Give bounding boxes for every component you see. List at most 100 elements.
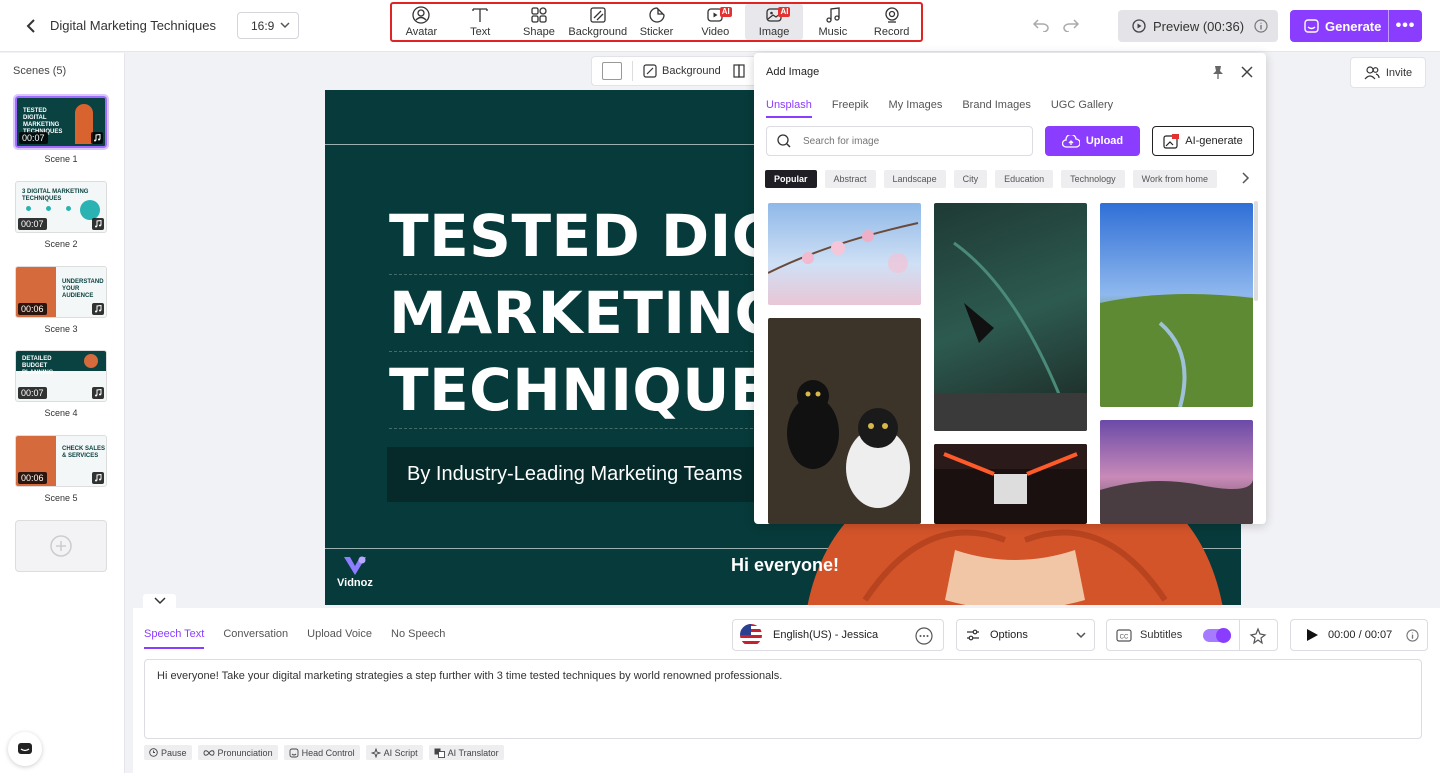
tab-unsplash[interactable]: Unsplash — [766, 99, 812, 118]
preview-button[interactable]: Preview (00:36) — [1118, 10, 1278, 42]
tool-label: Background — [568, 26, 628, 38]
chevron-down-icon — [153, 597, 166, 605]
scene-thumbnail: TESTED DIGITAL MARKETING TECHNIQUES 00:0… — [13, 94, 109, 150]
upload-button[interactable]: Upload — [1045, 126, 1140, 156]
head-control-button[interactable]: Head Control — [283, 745, 360, 760]
gallery-image[interactable] — [1100, 203, 1253, 407]
gallery-image[interactable] — [768, 203, 921, 305]
chip-city[interactable]: City — [953, 170, 988, 188]
aspect-ratio-select[interactable]: 16:9 — [237, 12, 299, 39]
search-input[interactable] — [803, 135, 1003, 147]
generate-more-button[interactable]: ••• — [1388, 10, 1422, 42]
options-select[interactable]: Options — [956, 619, 1095, 651]
more-horizontal-icon[interactable] — [915, 627, 933, 645]
tab-my-images[interactable]: My Images — [889, 99, 943, 118]
redo-icon[interactable] — [1062, 16, 1080, 32]
pronunciation-button[interactable]: Pronunciation — [197, 745, 278, 760]
scene-item-3[interactable]: UNDERSTAND YOUR AUDIENCE 00:06 Scene 3 — [15, 266, 107, 334]
tab-speech-text[interactable]: Speech Text — [144, 628, 205, 649]
support-chat-button[interactable] — [8, 732, 42, 766]
color-swatch[interactable] — [602, 62, 622, 80]
pin-icon[interactable] — [1212, 65, 1224, 79]
collapse-panel-button[interactable] — [143, 594, 176, 608]
scene-item-1[interactable]: TESTED DIGITAL MARKETING TECHNIQUES 00:0… — [13, 94, 109, 164]
tool-video[interactable]: AI Video — [686, 4, 745, 40]
scene-thumbnail: UNDERSTAND YOUR AUDIENCE 00:06 — [15, 266, 107, 318]
tab-ugc-gallery[interactable]: UGC Gallery — [1051, 99, 1113, 118]
chevron-down-icon — [1076, 632, 1086, 639]
text-icon — [472, 8, 488, 22]
tool-music[interactable]: Music — [803, 4, 862, 40]
playback-time: 00:00 / 00:07 — [1328, 629, 1393, 641]
scene-item-4[interactable]: DETAILED BUDGET PLANNING 00:07 Scene 4 — [15, 350, 107, 418]
ai-generate-button[interactable]: AI-generate — [1152, 126, 1254, 156]
chip-landscape[interactable]: Landscape — [883, 170, 946, 188]
undo-icon[interactable] — [1032, 16, 1050, 32]
background-button[interactable]: Background — [643, 64, 721, 78]
chip-education[interactable]: Education — [995, 170, 1054, 188]
tool-record[interactable]: Record — [862, 4, 921, 40]
style-magic-icon[interactable] — [1249, 627, 1267, 645]
info-icon[interactable] — [1254, 19, 1268, 33]
speech-panel: Speech Text Conversation Upload Voice No… — [133, 608, 1440, 773]
chip-work-from-home[interactable]: Work from home — [1132, 170, 1218, 188]
generate-main[interactable]: Generate — [1290, 19, 1388, 34]
ai-badge: AI — [778, 7, 791, 17]
tab-no-speech[interactable]: No Speech — [391, 628, 445, 649]
preview-label: Preview (00:36) — [1153, 18, 1245, 34]
scene-item-2[interactable]: 3 DIGITAL MARKETING TECHNIQUES 00:07 Sce… — [15, 181, 107, 249]
scene-thumbnail: 3 DIGITAL MARKETING TECHNIQUES 00:07 — [15, 181, 107, 233]
invite-button[interactable]: Invite — [1350, 57, 1426, 88]
audio-player: 00:00 / 00:07 — [1290, 619, 1428, 651]
tab-conversation[interactable]: Conversation — [223, 628, 288, 649]
scene-duration: 00:06 — [18, 472, 47, 484]
tool-avatar[interactable]: Avatar — [392, 4, 451, 40]
project-title[interactable]: Digital Marketing Techniques — [50, 18, 216, 33]
add-scene-button[interactable] — [15, 520, 107, 572]
brand-name: Vidnoz — [337, 577, 373, 589]
scene-label: Scene 1 — [44, 154, 78, 164]
chip-abstract[interactable]: Abstract — [824, 170, 876, 188]
ai-translator-button[interactable]: AI Translator — [428, 745, 504, 760]
tool-label: Shape — [523, 26, 555, 38]
tab-upload-voice[interactable]: Upload Voice — [307, 628, 372, 649]
pause-button[interactable]: Pause — [144, 745, 192, 760]
tab-freepik[interactable]: Freepik — [832, 99, 869, 118]
caption-text[interactable]: Hi everyone! — [731, 555, 839, 576]
scene-item-5[interactable]: CHECK SALES & SERVICES 00:06 Scene 5 — [15, 435, 107, 503]
tool-shape[interactable]: Shape — [510, 4, 569, 40]
voice-select[interactable]: English(US) - Jessica — [732, 619, 944, 651]
scene-label: Scene 4 — [44, 408, 78, 418]
tool-label: Record — [873, 26, 910, 38]
subtitle-banner[interactable]: By Industry-Leading Marketing Teams — [387, 447, 767, 502]
info-icon[interactable] — [1406, 629, 1419, 642]
gallery-image[interactable] — [768, 318, 921, 524]
chevron-right-icon[interactable] — [1240, 171, 1250, 185]
gallery-image[interactable] — [934, 444, 1087, 524]
gallery-image[interactable] — [1100, 420, 1253, 524]
back-button[interactable] — [18, 14, 44, 38]
tab-brand-images[interactable]: Brand Images — [962, 99, 1030, 118]
thumb-dot — [26, 206, 31, 211]
svg-text:CC: CC — [1120, 634, 1129, 640]
tool-text[interactable]: Text — [451, 4, 510, 40]
scrollbar[interactable] — [1254, 201, 1258, 301]
layout-icon[interactable] — [733, 64, 745, 78]
music-icon — [91, 132, 103, 144]
thumb-dot — [46, 206, 51, 211]
tool-sticker[interactable]: Sticker — [627, 4, 686, 40]
speech-script-input[interactable]: Hi everyone! Take your digital marketing… — [144, 659, 1422, 739]
ai-script-button[interactable]: AI Script — [365, 745, 423, 760]
users-icon — [1364, 65, 1380, 79]
chip-technology[interactable]: Technology — [1061, 170, 1125, 188]
chip-popular[interactable]: Popular — [765, 170, 817, 188]
ai-image-icon — [1163, 133, 1180, 149]
play-icon[interactable] — [1305, 628, 1319, 642]
close-icon[interactable] — [1240, 65, 1254, 79]
divider — [1239, 620, 1240, 650]
subtitles-control: CC Subtitles — [1106, 619, 1278, 651]
tool-image[interactable]: AI Image — [744, 4, 804, 40]
subtitles-toggle[interactable] — [1203, 628, 1231, 643]
tool-background[interactable]: Background — [568, 4, 627, 40]
gallery-image[interactable] — [934, 203, 1087, 431]
